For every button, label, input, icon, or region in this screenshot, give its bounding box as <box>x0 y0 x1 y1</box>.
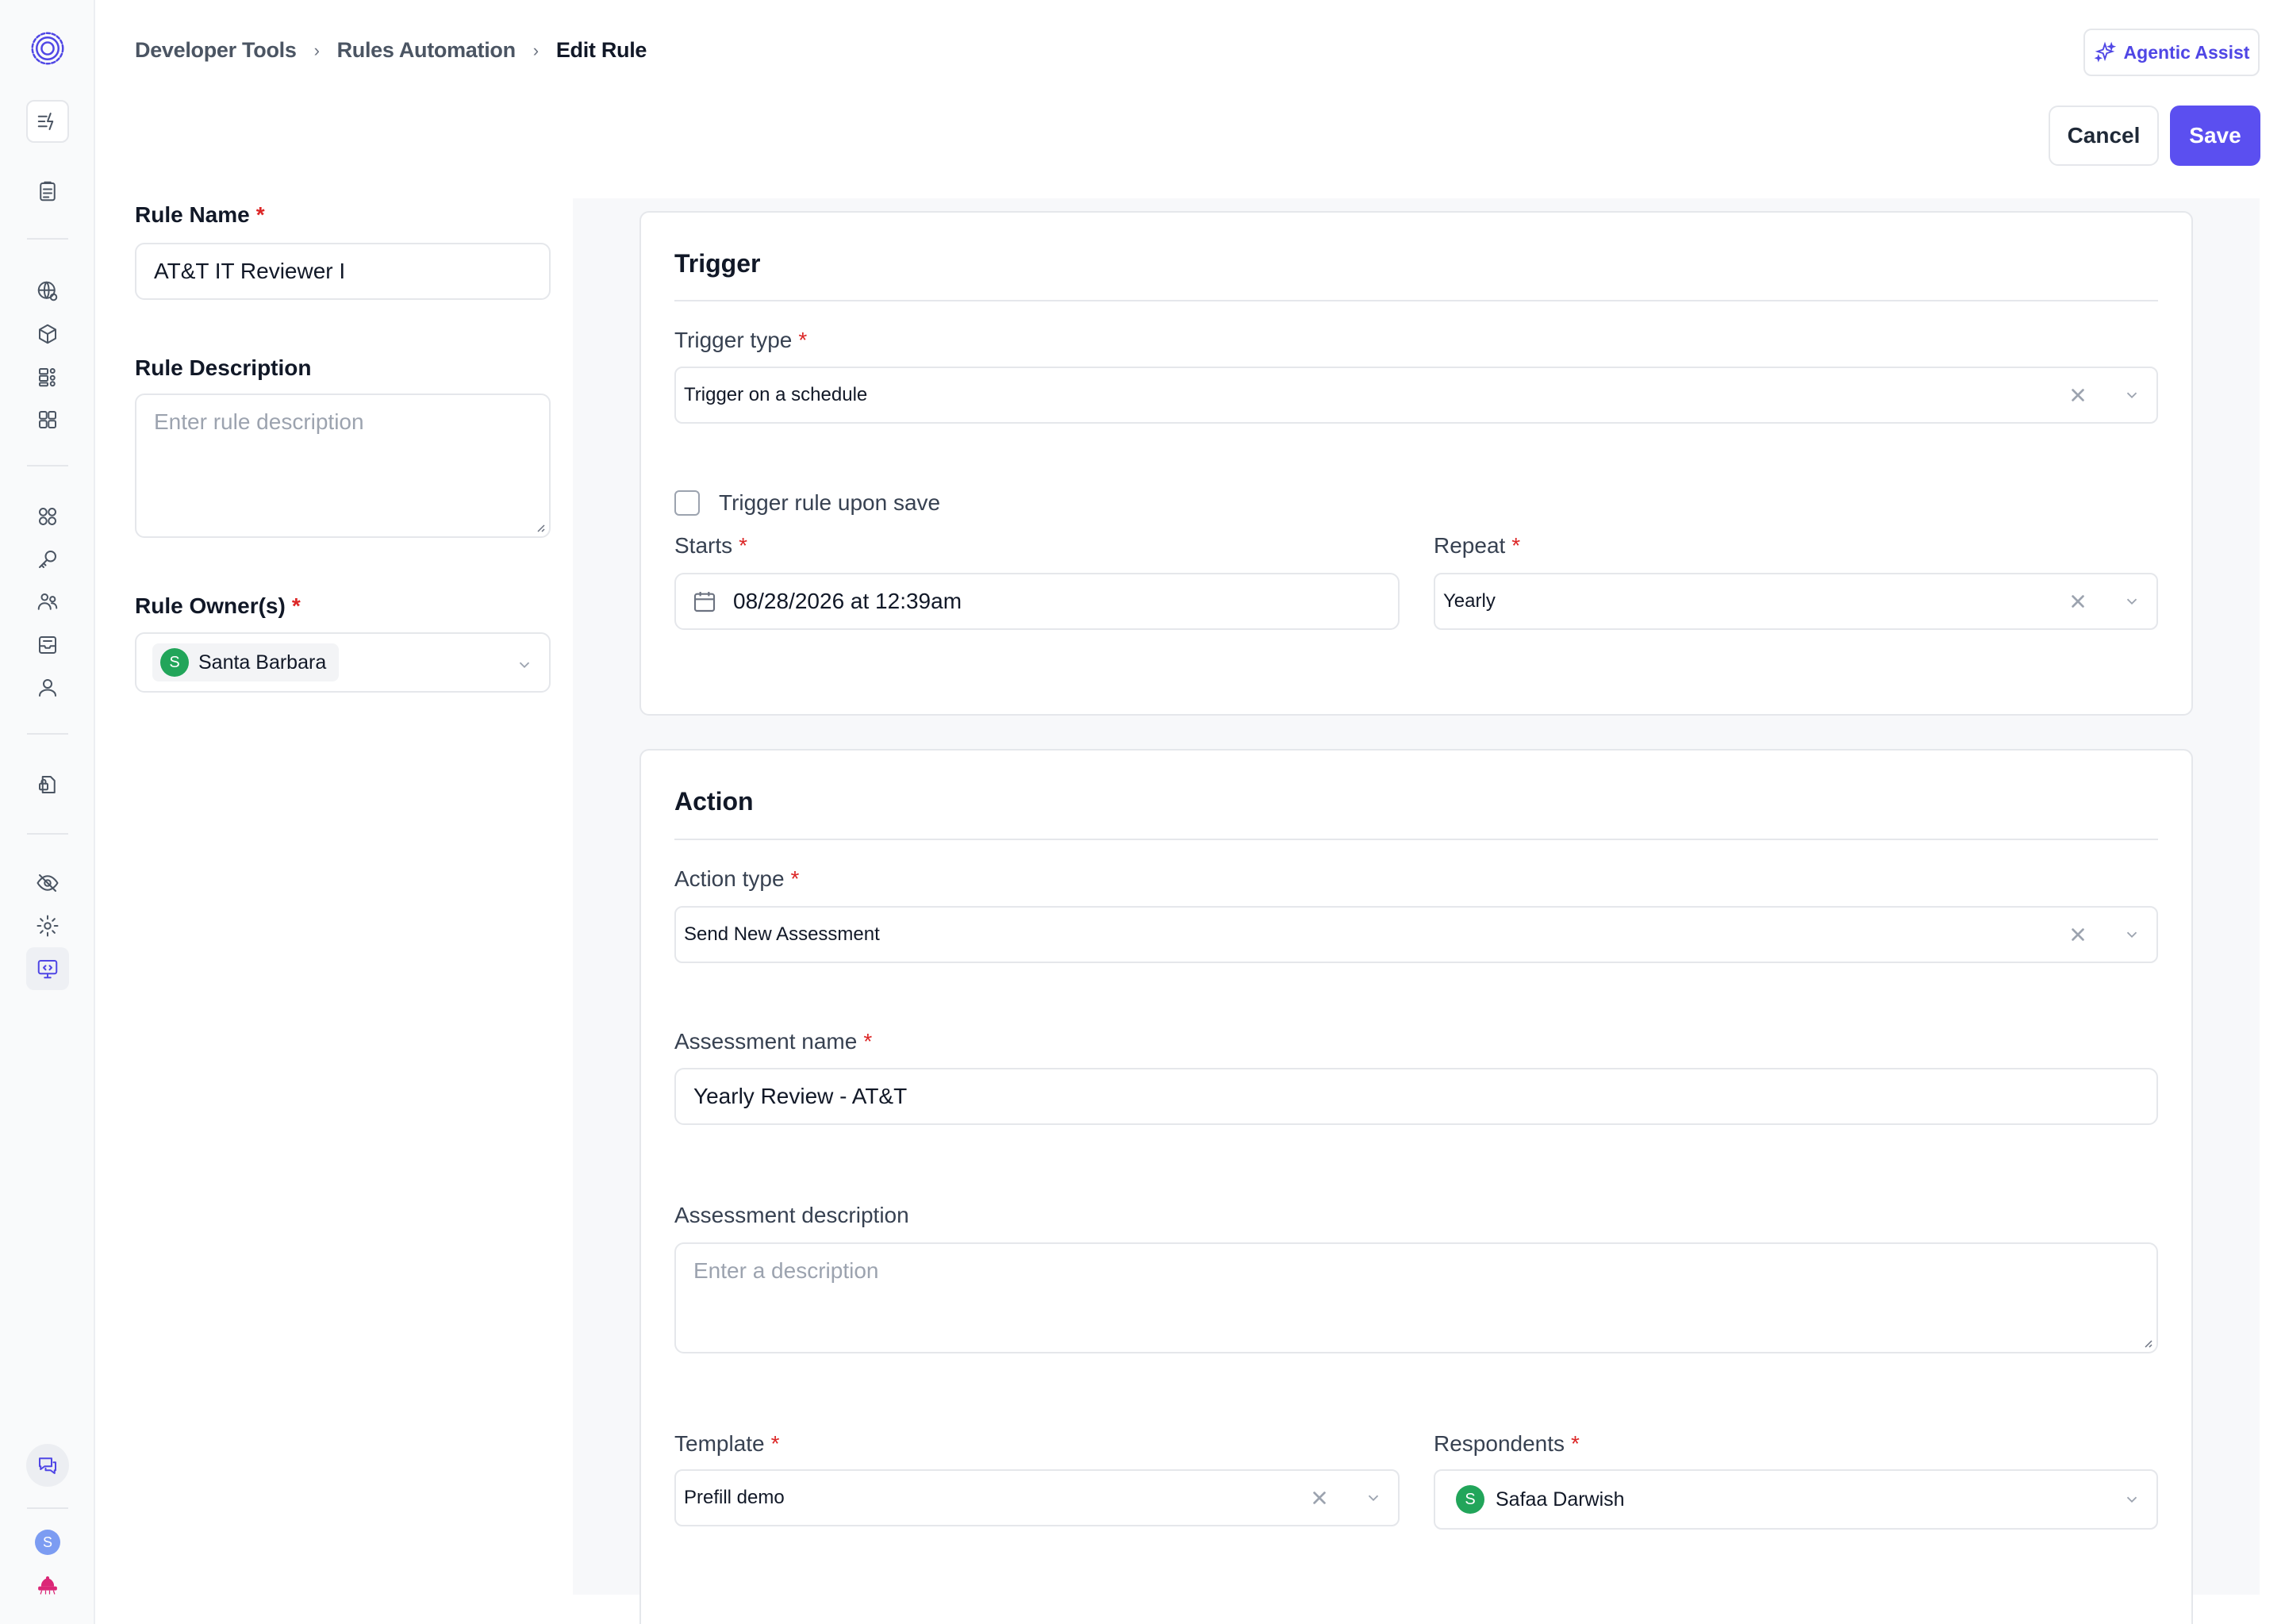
trigger-type-value: Trigger on a schedule <box>684 384 868 405</box>
breadcrumb-rules-automation[interactable]: Rules Automation <box>337 38 517 63</box>
clear-icon[interactable] <box>1311 1489 1328 1507</box>
save-button[interactable]: Save <box>2170 106 2260 166</box>
cube-icon[interactable] <box>26 313 69 355</box>
sidebar-divider <box>27 238 68 240</box>
trigger-upon-save-checkbox[interactable] <box>674 490 700 516</box>
chevron-down-icon[interactable] <box>2123 386 2141 404</box>
list-grid-icon[interactable] <box>26 355 69 398</box>
owner-name: Santa Barbara <box>198 651 327 674</box>
logo-icon[interactable] <box>26 27 69 70</box>
rule-description-textarea[interactable]: Enter rule description <box>135 394 551 538</box>
chevron-right-icon: › <box>532 40 539 60</box>
respondent-name: Safaa Darwish <box>1496 1488 1625 1511</box>
starts-value: 08/28/2026 at 12:39am <box>733 589 962 613</box>
respondent-avatar: S <box>1456 1485 1484 1514</box>
clear-icon[interactable] <box>2069 593 2087 610</box>
eye-off-icon[interactable] <box>26 862 69 904</box>
chevron-down-icon[interactable] <box>2123 593 2141 610</box>
chevron-down-icon[interactable] <box>516 654 533 671</box>
repeat-label: Repeat * <box>1434 533 1521 558</box>
rule-description-label: Rule Description <box>135 355 312 380</box>
clear-icon[interactable] <box>2069 386 2087 404</box>
assessment-name-input[interactable]: Yearly Review - AT&T <box>674 1068 2158 1125</box>
action-divider <box>674 839 2158 840</box>
template-label: Template * <box>674 1431 780 1456</box>
sparkle-icon <box>2094 41 2116 63</box>
action-title: Action <box>674 787 754 816</box>
developer-tools-icon[interactable] <box>26 947 69 990</box>
agentic-assist-label: Agentic Assist <box>2123 41 2250 63</box>
starts-date-input[interactable]: 08/28/2026 at 12:39am <box>674 573 1400 630</box>
assessment-description-placeholder: Enter a description <box>693 1258 879 1283</box>
sidebar-divider <box>27 1507 68 1509</box>
breadcrumb: Developer Tools › Rules Automation › Edi… <box>135 38 647 63</box>
chevron-right-icon: › <box>313 40 320 60</box>
assessment-description-textarea[interactable]: Enter a description <box>674 1242 2158 1353</box>
key-icon[interactable] <box>26 538 69 581</box>
resize-handle-icon[interactable] <box>533 520 546 533</box>
rule-name-input[interactable]: AT&T IT Reviewer I <box>135 243 551 300</box>
chevron-down-icon[interactable] <box>2123 1491 2141 1508</box>
rule-description-placeholder: Enter rule description <box>154 409 364 434</box>
action-type-select[interactable]: Send New Assessment <box>674 906 2158 963</box>
trigger-divider <box>674 300 2158 301</box>
globe-icon[interactable] <box>26 270 69 313</box>
trigger-title: Trigger <box>674 249 761 278</box>
chat-icon[interactable] <box>26 1444 69 1487</box>
mascot-icon[interactable] <box>26 1564 69 1607</box>
trigger-type-select[interactable]: Trigger on a schedule <box>674 367 2158 424</box>
assessment-name-value: Yearly Review - AT&T <box>693 1084 908 1108</box>
cancel-button[interactable]: Cancel <box>2049 106 2159 166</box>
rule-name-label: Rule Name * <box>135 202 265 227</box>
sidebar-divider <box>27 833 68 835</box>
breadcrumb-developer-tools[interactable]: Developer Tools <box>135 38 297 63</box>
action-type-label: Action type * <box>674 866 800 891</box>
repeat-value: Yearly <box>1443 590 1496 612</box>
respondents-select[interactable]: S Safaa Darwish <box>1434 1469 2158 1530</box>
starts-label: Starts * <box>674 533 748 558</box>
agentic-assist-button[interactable]: Agentic Assist <box>2083 29 2260 76</box>
owner-avatar: S <box>160 648 189 677</box>
quick-actions-icon[interactable] <box>26 100 69 143</box>
owner-chip[interactable]: S Santa Barbara <box>152 643 340 681</box>
assessment-name-label: Assessment name * <box>674 1029 873 1054</box>
rule-name-value: AT&T IT Reviewer I <box>154 259 346 283</box>
modules-icon[interactable] <box>26 495 69 538</box>
chevron-down-icon[interactable] <box>1365 1489 1382 1507</box>
trigger-card <box>639 211 2193 716</box>
resize-handle-icon[interactable] <box>2141 1336 2153 1349</box>
breadcrumb-edit-rule: Edit Rule <box>555 38 647 62</box>
sidebar-divider <box>27 465 68 466</box>
team-icon[interactable] <box>26 581 69 624</box>
document-lock-icon[interactable] <box>26 763 69 806</box>
assessment-description-label: Assessment description <box>674 1203 909 1227</box>
trigger-type-label: Trigger type * <box>674 328 808 352</box>
action-type-value: Send New Assessment <box>684 923 880 945</box>
respondents-label: Respondents * <box>1434 1431 1580 1456</box>
inbox-icon[interactable] <box>26 624 69 666</box>
rule-owners-select[interactable]: S Santa Barbara <box>135 632 551 693</box>
repeat-select[interactable]: Yearly <box>1434 573 2158 630</box>
user-icon[interactable] <box>26 666 69 709</box>
clear-icon[interactable] <box>2069 926 2087 943</box>
apps-icon[interactable] <box>26 398 69 441</box>
rule-owners-label: Rule Owner(s) * <box>135 593 301 618</box>
calendar-icon <box>692 589 717 614</box>
gear-icon[interactable] <box>26 904 69 947</box>
template-select[interactable]: Prefill demo <box>674 1469 1400 1526</box>
sidebar: S <box>0 0 95 1624</box>
trigger-upon-save-label: Trigger rule upon save <box>719 490 941 515</box>
sidebar-divider <box>27 733 68 735</box>
template-value: Prefill demo <box>684 1487 785 1508</box>
clipboard-icon[interactable] <box>26 170 69 213</box>
user-avatar[interactable]: S <box>35 1530 60 1555</box>
chevron-down-icon[interactable] <box>2123 926 2141 943</box>
